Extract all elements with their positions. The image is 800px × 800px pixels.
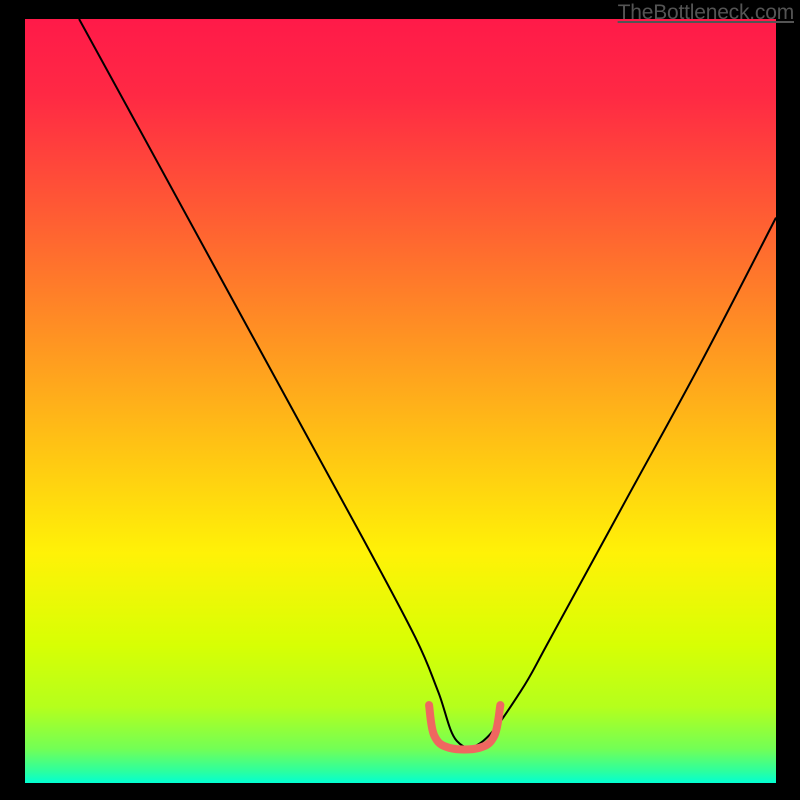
plot-frame: [25, 19, 776, 783]
curve-layer: [25, 19, 776, 783]
bottleneck-curve: [79, 19, 776, 748]
flat-highlight: [429, 705, 500, 749]
attribution-link[interactable]: TheBottleneck.com: [618, 1, 794, 25]
